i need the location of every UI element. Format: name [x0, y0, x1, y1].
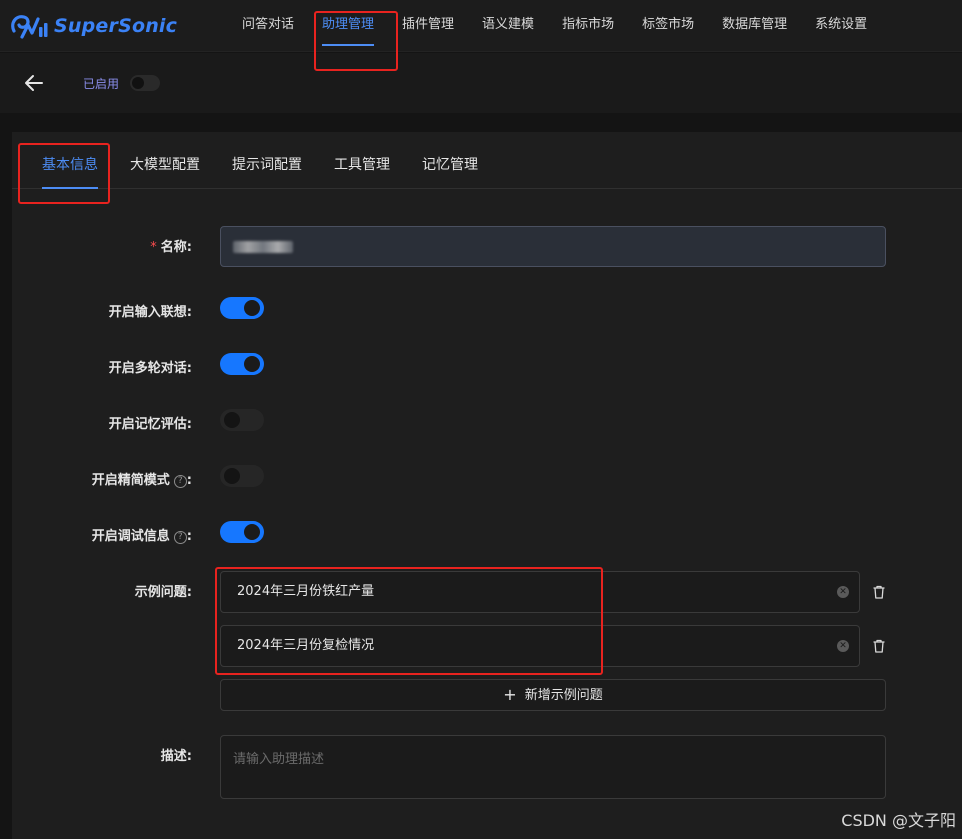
multi-turn-label: 开启多轮对话:: [108, 361, 192, 376]
name-field[interactable]: [220, 226, 886, 267]
toggle-knob: [224, 468, 240, 484]
nav-item-agent-management[interactable]: 助理管理: [308, 0, 388, 52]
simple-mode-label-text: 开启精简模式: [91, 473, 170, 488]
nav-item-database-management[interactable]: 数据库管理: [708, 0, 801, 52]
delete-example-button[interactable]: [871, 584, 887, 600]
clear-icon[interactable]: ✕: [837, 640, 849, 652]
clear-icon[interactable]: ✕: [837, 586, 849, 598]
redacted-name-value: [233, 240, 293, 253]
question-circle-icon[interactable]: ?: [173, 475, 187, 488]
add-example-button[interactable]: + 新增示例问题: [220, 679, 886, 711]
add-example-label: 新增示例问题: [524, 688, 603, 703]
nav-item-plugin-management[interactable]: 插件管理: [388, 0, 468, 52]
watermark-text: CSDN @文子阳: [841, 811, 956, 830]
arrow-left-icon: [25, 75, 43, 91]
question-circle-icon[interactable]: ?: [173, 531, 187, 544]
name-label-text: 名称:: [160, 240, 192, 255]
name-label: * 名称:: [12, 236, 192, 255]
tab-tool-management[interactable]: 工具管理: [322, 132, 402, 189]
brand-logo[interactable]: SuperSonic: [8, 6, 177, 46]
simple-mode-label: 开启精简模式?:: [12, 469, 192, 488]
memory-eval-toggle[interactable]: [220, 409, 264, 431]
trash-icon: [873, 639, 885, 653]
toggle-knob: [224, 412, 240, 428]
brand-name: SuperSonic: [54, 15, 178, 37]
example-question-value: 2024年三月份复检情况: [237, 638, 375, 653]
plus-icon: +: [503, 685, 517, 704]
input-assoc-toggle[interactable]: [220, 297, 264, 319]
trash-icon: [873, 585, 885, 599]
example-question-value: 2024年三月份铁红产量: [237, 584, 375, 599]
toggle-knob: [132, 77, 144, 89]
example-question-field[interactable]: 2024年三月份铁红产量 ✕: [220, 571, 860, 613]
tab-llm-config[interactable]: 大模型配置: [118, 132, 212, 189]
tab-prompt-config[interactable]: 提示词配置: [220, 132, 314, 189]
memory-eval-label: 开启记忆评估:: [108, 417, 192, 432]
nav-item-chat[interactable]: 问答对话: [228, 0, 308, 52]
debug-info-label: 开启调试信息?:: [12, 525, 192, 544]
toggle-knob: [244, 356, 260, 372]
top-navbar: SuperSonic 问答对话 助理管理 插件管理 语义建模 指标市场 标签市场…: [0, 0, 962, 52]
settings-tabs: 基本信息 大模型配置 提示词配置 工具管理 记忆管理: [12, 132, 962, 189]
supersonic-logo-icon: [11, 15, 48, 39]
multi-turn-toggle[interactable]: [220, 353, 264, 375]
description-textarea[interactable]: 请输入助理描述: [220, 735, 886, 799]
required-mark: *: [150, 240, 157, 255]
toggle-knob: [244, 300, 260, 316]
page-header: 已启用: [0, 53, 962, 113]
debug-info-toggle[interactable]: [220, 521, 264, 543]
description-label: 描述:: [160, 749, 192, 764]
simple-mode-toggle[interactable]: [220, 465, 264, 487]
example-question-field[interactable]: 2024年三月份复检情况 ✕: [220, 625, 860, 667]
debug-info-label-text: 开启调试信息: [91, 529, 170, 544]
main-nav: 问答对话 助理管理 插件管理 语义建模 指标市场 标签市场 数据库管理 系统设置: [228, 0, 881, 52]
tab-basic-info[interactable]: 基本信息: [30, 132, 110, 189]
nav-item-system-settings[interactable]: 系统设置: [801, 0, 881, 52]
status-toggle[interactable]: [130, 75, 160, 91]
nav-item-metric-market[interactable]: 指标市场: [548, 0, 628, 52]
examples-label: 示例问题:: [134, 585, 192, 600]
status-label: 已启用: [83, 77, 120, 91]
nav-item-semantic-modeling[interactable]: 语义建模: [468, 0, 548, 52]
back-button[interactable]: [22, 71, 46, 95]
nav-item-tag-market[interactable]: 标签市场: [628, 0, 708, 52]
input-assoc-label: 开启输入联想:: [108, 305, 192, 320]
delete-example-button[interactable]: [871, 638, 887, 654]
toggle-knob: [244, 524, 260, 540]
tab-memory-management[interactable]: 记忆管理: [410, 132, 490, 189]
label-colon: :: [186, 473, 192, 488]
label-colon: :: [186, 529, 192, 544]
